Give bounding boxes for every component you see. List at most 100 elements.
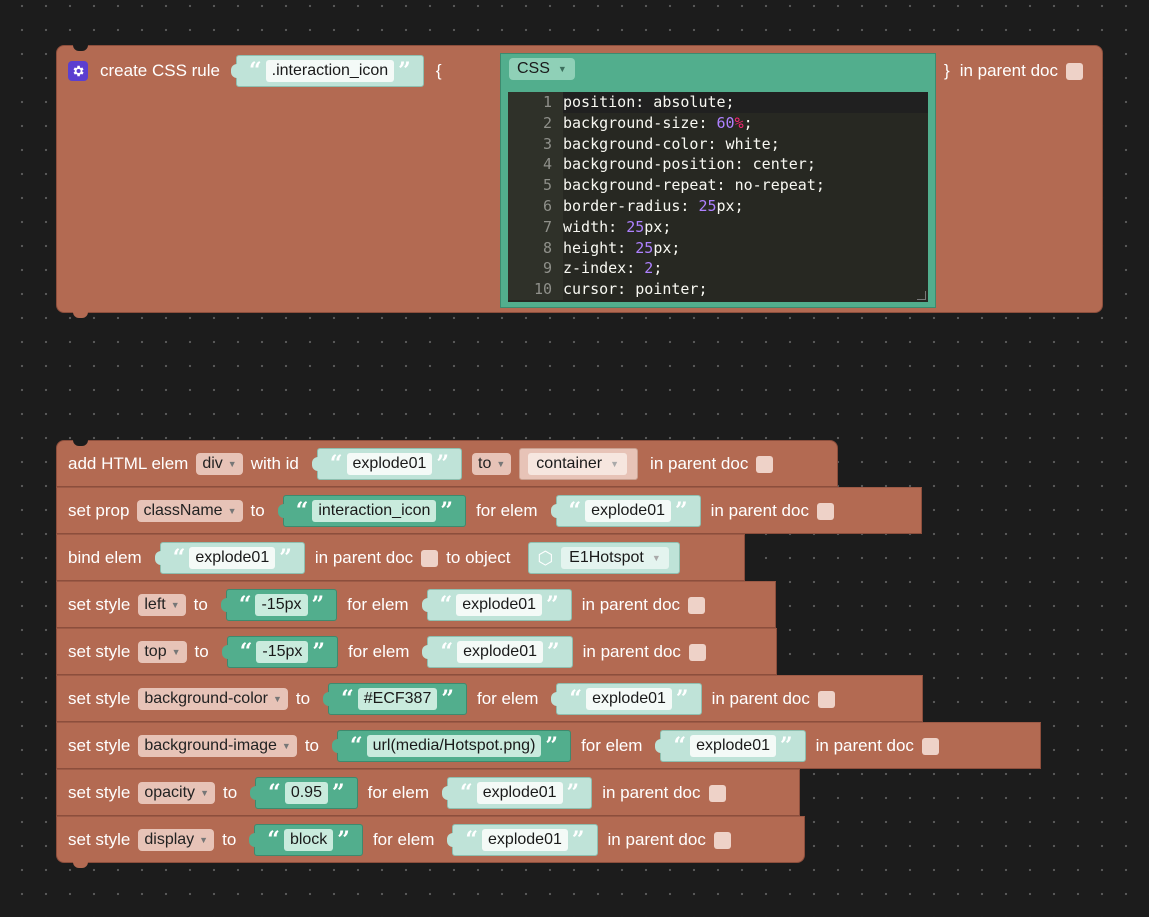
elem-id-text-value[interactable]: explode01	[189, 547, 276, 569]
elem-id-text[interactable]: “explode01”	[154, 542, 305, 574]
blockly-workspace[interactable]: create CSS rule “ .interaction_icon ” { …	[0, 0, 1149, 917]
prop-value-text[interactable]: “interaction_icon”	[277, 495, 467, 527]
style-value-text[interactable]: “#ECF387”	[323, 683, 467, 715]
in-parent-doc-checkbox[interactable]	[688, 596, 706, 614]
elem-id-text-value[interactable]: explode01	[585, 500, 671, 522]
code-line[interactable]: 2 background-size: 60%;	[508, 112, 928, 134]
set-style-block[interactable]: set style opacity ▼ to “0.95” for elem “explod…	[56, 769, 800, 816]
selector-value[interactable]: .interaction_icon	[265, 60, 395, 82]
elem-id-text-value[interactable]: explode01	[476, 782, 563, 804]
code-text[interactable]: background-repeat: no-repeat;	[563, 175, 825, 196]
in-parent-doc-checkbox[interactable]	[713, 831, 731, 849]
code-line[interactable]: 4 background-position: center;	[508, 154, 928, 176]
in-parent-doc-checkbox[interactable]	[817, 690, 835, 708]
code-text[interactable]: background-color: white;	[563, 134, 780, 155]
in-parent-doc-label: in parent doc	[815, 736, 914, 755]
code-text[interactable]: cursor: pointer;	[563, 279, 708, 300]
in-parent-doc-checkbox[interactable]	[421, 549, 439, 567]
css-code-editor[interactable]: 1 position: absolute; 2 background-size: 60…	[508, 92, 928, 302]
code-text[interactable]: width: 25px;	[563, 217, 671, 238]
in-parent-doc-checkbox[interactable]	[1065, 62, 1083, 80]
gear-icon[interactable]	[68, 61, 88, 81]
code-text[interactable]: background-size: 60%;	[563, 113, 753, 134]
resize-handle-icon[interactable]	[917, 291, 926, 300]
code-line[interactable]: 1 position: absolute;	[508, 92, 928, 113]
set-style-block[interactable]: set style background-image ▼ to “url(media/H…	[56, 722, 1041, 769]
style-prop-dropdown-value: top	[144, 643, 167, 660]
code-line[interactable]: 8 height: 25px;	[508, 237, 928, 259]
style-value-text-value[interactable]: -15px	[255, 594, 308, 616]
set-style-block[interactable]: set style left ▼ to “-15px” for elem “explode0…	[56, 581, 776, 628]
code-text[interactable]: position: absolute;	[563, 92, 735, 113]
dropdown-arrow-icon: ▼	[200, 788, 209, 798]
set-prop-block[interactable]: set prop className ▼ to “interaction_icon” fo…	[56, 487, 922, 534]
elem-id-text-value[interactable]: explode01	[482, 829, 568, 851]
style-value-text-value[interactable]: url(media/Hotspot.png)	[366, 735, 542, 757]
style-value-text[interactable]: “url(media/Hotspot.png)”	[332, 730, 572, 762]
elem-id-text[interactable]: “explode01”	[311, 448, 463, 480]
style-prop-dropdown[interactable]: top ▼	[138, 641, 187, 663]
style-value-text-value[interactable]: -15px	[256, 641, 309, 663]
in-parent-doc-checkbox[interactable]	[688, 643, 706, 661]
elem-id-text-value[interactable]: explode01	[457, 641, 543, 663]
style-value-text-value[interactable]: #ECF387	[357, 688, 438, 710]
set-style-label: set style	[68, 736, 131, 755]
style-prop-dropdown[interactable]: left ▼	[138, 594, 186, 616]
style-value-text-value[interactable]: 0.95	[284, 782, 328, 804]
elem-id-text[interactable]: “explode01”	[442, 777, 593, 809]
code-text[interactable]: background-position: center;	[563, 154, 816, 175]
elem-id-text-value[interactable]: explode01	[690, 735, 776, 757]
in-parent-doc-checkbox[interactable]	[756, 455, 774, 473]
position-dropdown[interactable]: to ▼	[472, 453, 512, 475]
style-prop-dropdown[interactable]: display ▼	[138, 829, 215, 851]
object-block[interactable]: ⬡ E1Hotspot ▼	[528, 542, 680, 574]
style-value-text[interactable]: “-15px”	[221, 636, 339, 668]
code-line[interactable]: 5 background-repeat: no-repeat;	[508, 175, 928, 196]
elem-id-text[interactable]: “explode01”	[421, 589, 572, 621]
elem-id-text-value[interactable]: explode01	[586, 688, 672, 710]
elem-id-text-value[interactable]: explode01	[346, 453, 433, 475]
code-text[interactable]: z-index: 2;	[563, 258, 662, 279]
dropdown-arrow-icon: ▼	[651, 553, 661, 563]
style-value-text[interactable]: “0.95”	[250, 777, 358, 809]
line-number: 7	[508, 216, 563, 238]
style-prop-dropdown[interactable]: background-image ▼	[138, 735, 297, 757]
style-prop-dropdown[interactable]: background-color ▼	[138, 688, 288, 710]
in-parent-doc-checkbox[interactable]	[708, 784, 726, 802]
for-elem-label: for elem	[367, 783, 430, 802]
elem-id-text[interactable]: “explode01”	[551, 683, 702, 715]
style-value-text[interactable]: “-15px”	[220, 589, 338, 621]
css-code-block[interactable]: CSS ▼ 1 position: absolute; 2 background-si…	[500, 53, 936, 308]
prop-dropdown[interactable]: className ▼	[137, 500, 243, 522]
prop-value-text-value[interactable]: interaction_icon	[312, 500, 437, 522]
in-parent-doc-checkbox[interactable]	[921, 737, 939, 755]
selector-text-block[interactable]: “ .interaction_icon ”	[231, 55, 424, 87]
style-prop-dropdown[interactable]: opacity ▼	[138, 782, 215, 804]
elem-id-text[interactable]: “explode01”	[447, 824, 598, 856]
style-value-text-value[interactable]: block	[283, 829, 334, 851]
elem-id-text-value[interactable]: explode01	[456, 594, 543, 616]
set-style-block[interactable]: set style background-color ▼ to “#ECF387” for…	[56, 675, 923, 722]
code-line[interactable]: 9 z-index: 2;	[508, 258, 928, 280]
language-dropdown[interactable]: CSS ▼	[509, 58, 575, 80]
code-text[interactable]: height: 25px;	[563, 238, 680, 259]
elem-id-text[interactable]: “explode01”	[422, 636, 573, 668]
code-line[interactable]: 6 border-radius: 25px;	[508, 195, 928, 217]
set-style-block[interactable]: set style top ▼ to “-15px” for elem “explode01…	[56, 628, 777, 675]
elem-id-text[interactable]: “explode01”	[550, 495, 701, 527]
target-elem-block[interactable]: container ▼	[519, 448, 639, 480]
tag-dropdown[interactable]: div ▼	[196, 453, 243, 475]
object-dropdown[interactable]: E1Hotspot ▼	[561, 547, 669, 569]
code-line[interactable]: 10 cursor: pointer;	[508, 279, 928, 300]
code-line[interactable]: 3 background-color: white;	[508, 133, 928, 155]
bind-elem-block[interactable]: bind elem “explode01” in parent doc to obje…	[56, 534, 745, 581]
in-parent-doc-checkbox[interactable]	[816, 502, 834, 520]
code-text[interactable]: border-radius: 25px;	[563, 196, 744, 217]
target-elem-dropdown[interactable]: container ▼	[528, 453, 628, 475]
add-html-elem-block[interactable]: add HTML elem div ▼ with id “explode01” to ▼ co…	[56, 440, 838, 487]
elem-id-text[interactable]: “explode01”	[655, 730, 806, 762]
code-line[interactable]: 7 width: 25px;	[508, 216, 928, 238]
style-value-text[interactable]: “block”	[249, 824, 363, 856]
set-style-block[interactable]: set style display ▼ to “block” for elem “explo…	[56, 816, 805, 868]
style-prop-dropdown-value: background-color	[144, 690, 268, 707]
